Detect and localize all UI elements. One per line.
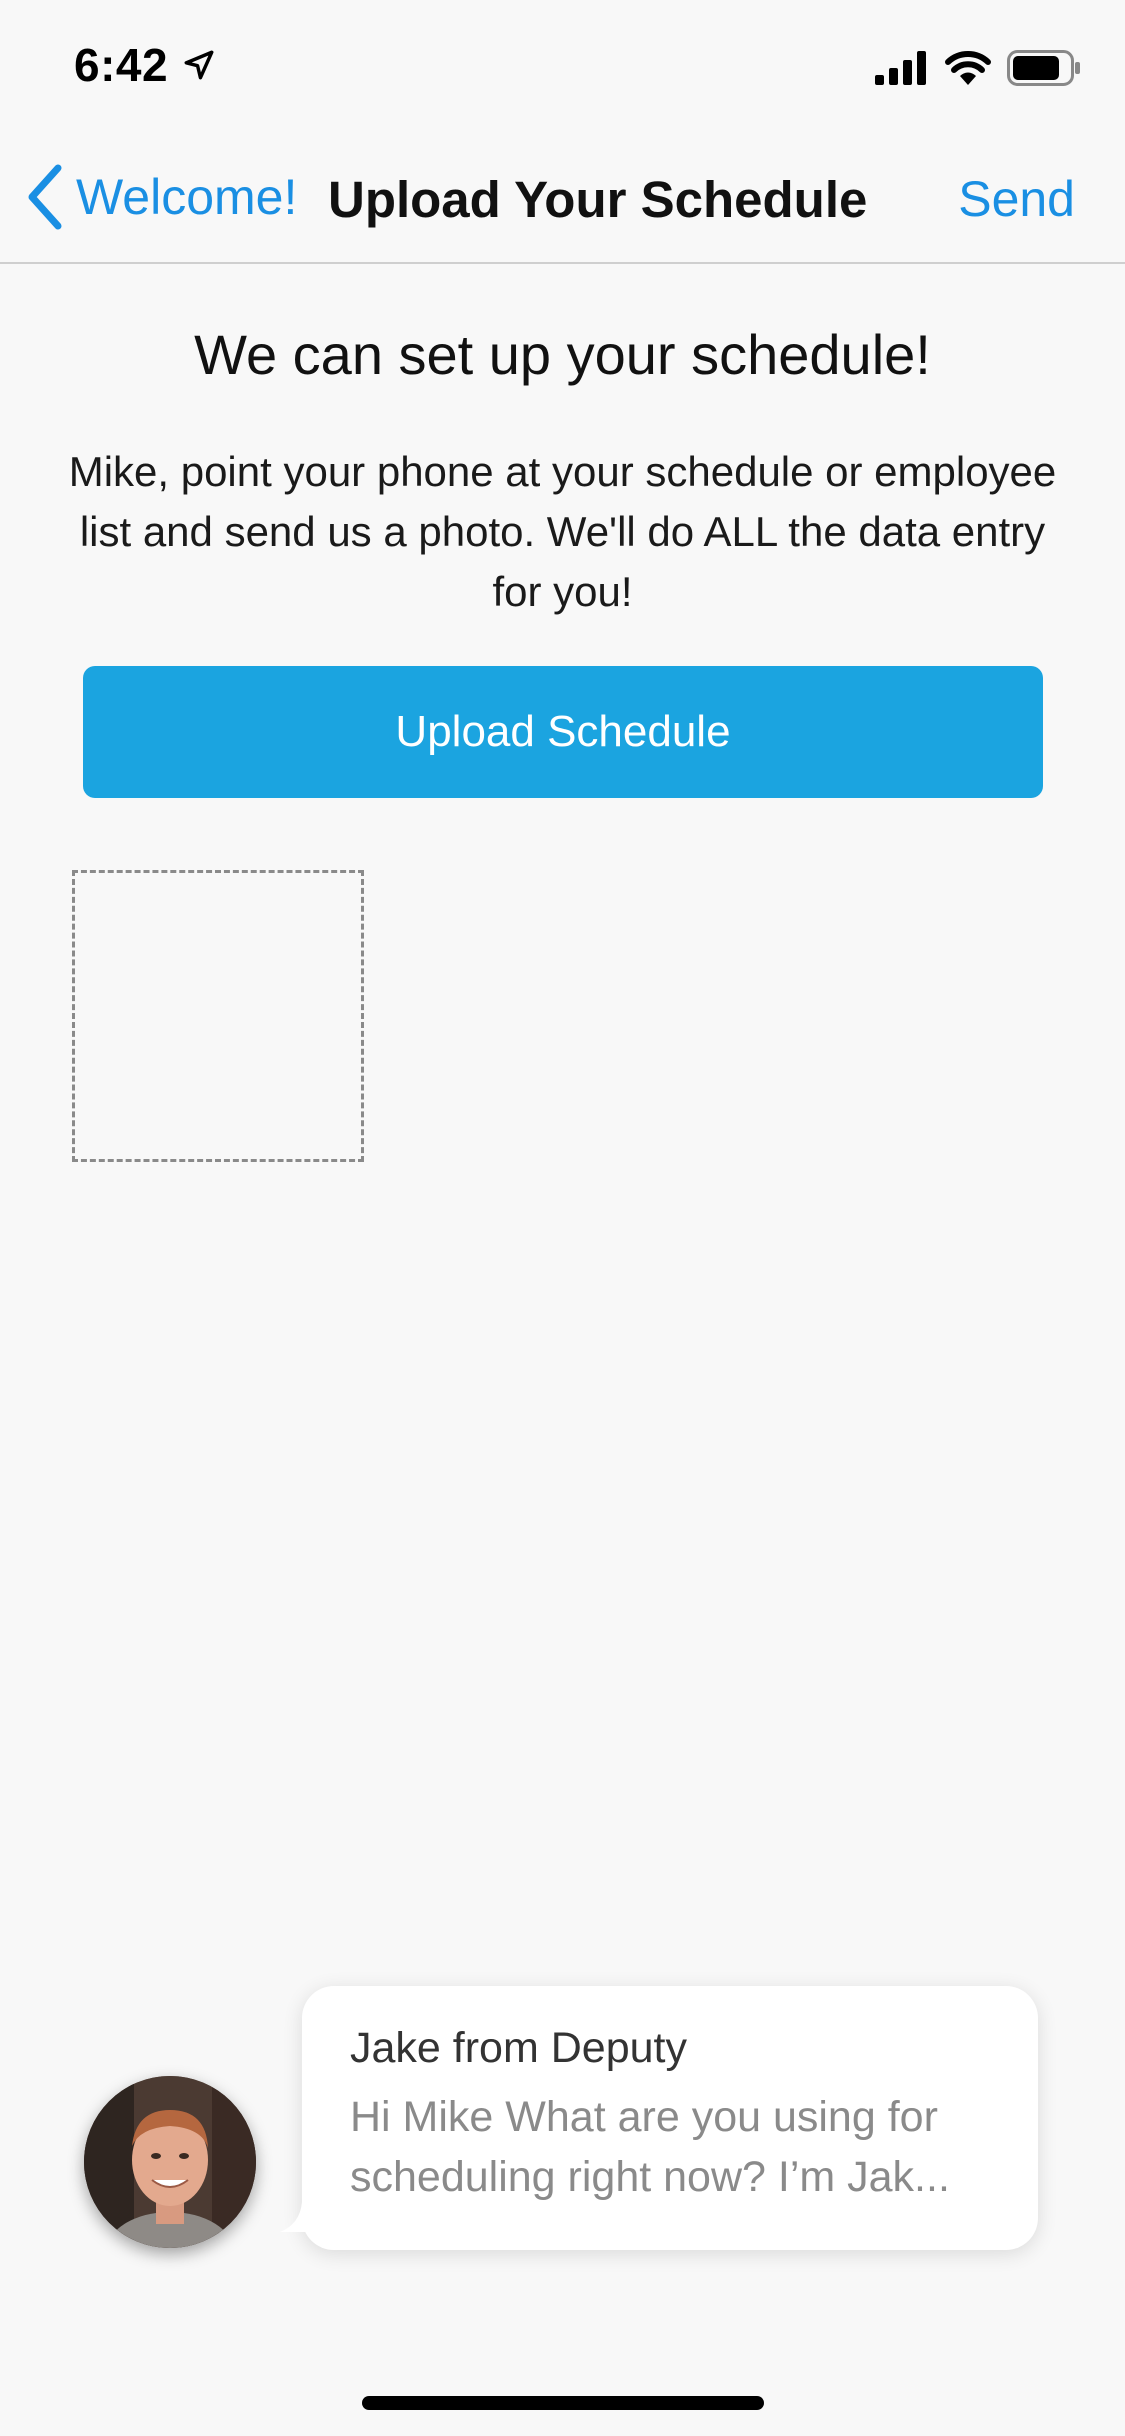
chat-message-bubble[interactable]: Jake from Deputy Hi Mike What are you us… (280, 1986, 1038, 2250)
upload-schedule-button[interactable]: Upload Schedule (83, 666, 1043, 798)
status-time-label: 6:42 (74, 39, 169, 91)
status-time: 6:42 (74, 38, 216, 92)
home-indicator[interactable] (362, 2396, 764, 2410)
wifi-icon (945, 51, 991, 85)
photo-drop-area[interactable] (72, 870, 364, 1162)
back-button-label: Welcome! (76, 169, 298, 225)
send-button[interactable]: Send (958, 170, 1075, 228)
chat-message-preview: Hi Mike What are you using for schedulin… (350, 2093, 950, 2201)
back-button[interactable]: Welcome! (24, 164, 297, 230)
location-arrow-icon (184, 50, 214, 80)
avatar[interactable] (84, 2076, 256, 2248)
instructions-text: Mike, point your phone at your schedule … (68, 448, 1057, 615)
chevron-left-icon (28, 164, 62, 230)
person-photo-icon (84, 2076, 256, 2248)
navigation-bar: Welcome! Upload Your Schedule Send (0, 132, 1125, 264)
page-title: Upload Your Schedule (328, 171, 868, 228)
section-heading: We can set up your schedule! (194, 323, 931, 386)
status-icons (875, 50, 1081, 86)
chat-sender-name: Jake from Deputy (350, 2024, 687, 2072)
status-bar: 6:42 (0, 0, 1125, 132)
signal-icon (875, 51, 926, 85)
battery-icon (1007, 50, 1080, 86)
chat-bubble-tail (280, 2202, 320, 2232)
